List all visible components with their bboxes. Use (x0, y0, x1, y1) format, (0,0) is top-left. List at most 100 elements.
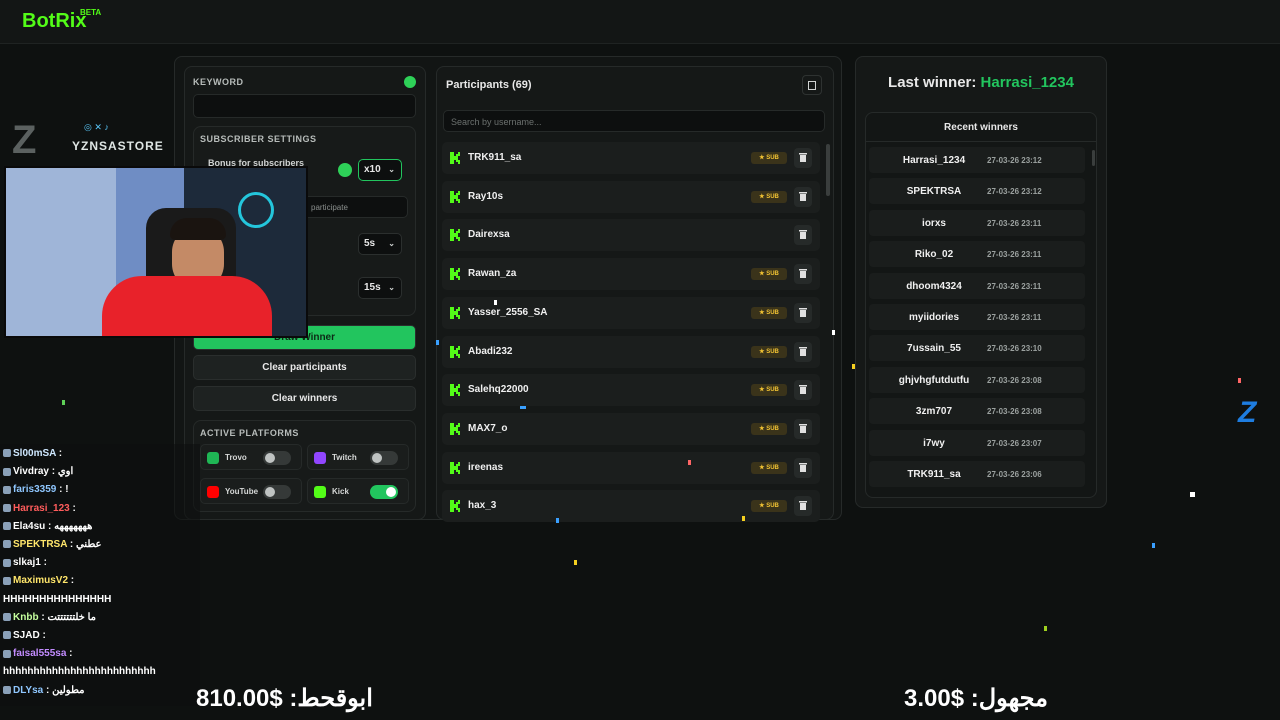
confetti-piece (1238, 378, 1241, 383)
chat-text: ! (65, 484, 69, 496)
chat-badge-icon (3, 649, 11, 658)
winners-scrollbar[interactable] (1092, 150, 1095, 166)
chat-message: SPEKTRSA : عطني (3, 539, 102, 550)
platform-youtube: YouTube (200, 478, 302, 504)
delete-participant-button[interactable] (794, 457, 812, 478)
winner-row: TRK911_sa 27-03-26 23:06 (869, 461, 1085, 487)
confetti-piece (494, 300, 497, 305)
app-logo[interactable]: BotRix (22, 10, 86, 33)
chat-username: Ela4su (13, 520, 46, 532)
trash-icon (799, 269, 807, 279)
confetti-piece (574, 560, 577, 565)
trash-icon (799, 462, 807, 472)
confetti-piece (852, 364, 855, 369)
info-icon[interactable] (338, 163, 352, 177)
chat-badge-icon (3, 558, 11, 567)
winner-name: ghjvhgfutdutfu (898, 374, 970, 386)
timer-select-1[interactable]: 5s ⌄ (358, 233, 402, 255)
chat-message: faisal555sa : (3, 648, 73, 659)
winner-name: 7ussain_55 (907, 343, 961, 355)
youtube-toggle[interactable] (263, 485, 291, 499)
sub-badge: ★ SUB (751, 500, 787, 513)
confetti-piece (832, 330, 835, 335)
kick-icon (450, 384, 460, 397)
neon-ring (238, 192, 274, 228)
kick-toggle[interactable] (370, 485, 398, 499)
kick-icon (450, 190, 460, 203)
chat-text: اوي (57, 466, 74, 478)
info-icon[interactable] (404, 76, 416, 88)
chevron-down-icon: ⌄ (388, 283, 395, 292)
divider (865, 141, 1097, 142)
winner-date: 27-03-26 23:10 (987, 344, 1042, 354)
chat-username: DLYsa (13, 684, 44, 696)
chat-username: Vivdray (13, 466, 49, 478)
trash-icon (799, 501, 807, 511)
participant-row: MAX7_o ★ SUB (442, 412, 820, 445)
chat-username: SPEKTRSA (13, 539, 68, 550)
brand-logo: Z (12, 118, 37, 162)
participate-text: participate (311, 203, 348, 212)
trash-icon (799, 346, 807, 356)
delete-participant-button[interactable] (794, 225, 812, 246)
winner-row: i7wy 27-03-26 23:07 (869, 429, 1085, 456)
winner-date: 27-03-26 23:12 (987, 156, 1042, 165)
sub-badge: ★ SUB (751, 190, 787, 203)
winner-row: 3zm707 27-03-26 23:08 (869, 398, 1085, 425)
participant-name: Dairexsa (468, 229, 510, 241)
sub-badge: ★ SUB (751, 345, 787, 358)
bonus-select[interactable]: x10 ⌄ (358, 159, 402, 181)
participant-row: Salehq22000 ★ SUB (442, 374, 820, 407)
delete-participant-button[interactable] (794, 341, 812, 362)
participant-name: hax_3 (468, 500, 497, 512)
participant-name: Abadi232 (468, 345, 513, 357)
chat-badge-icon (3, 485, 11, 494)
chat-message: Harrasi_123 : (3, 503, 76, 514)
clear-winners-button[interactable]: Clear winners (193, 386, 416, 411)
participant-name: MAX7_o (468, 422, 508, 434)
chat-separator: : (40, 557, 47, 569)
delete-participant-button[interactable] (794, 496, 812, 517)
delete-participant-button[interactable] (794, 264, 812, 285)
chat-username: Knbb (13, 611, 39, 623)
participant-row: Yasser_2556_SA ★ SUB (442, 296, 820, 329)
twitch-toggle[interactable] (370, 451, 398, 465)
chat-message: SJAD : (3, 630, 46, 641)
clear-participants-button[interactable]: Clear participants (193, 355, 416, 380)
delete-participant-button[interactable] (794, 148, 812, 168)
timer-select-2[interactable]: 15s ⌄ (358, 277, 402, 299)
chat-separator: : (45, 520, 55, 532)
youtube-icon (207, 486, 219, 498)
delete-participant-button[interactable] (794, 380, 812, 401)
winner-row: iorxs 27-03-26 23:11 (869, 209, 1085, 236)
participant-name: Rawan_za (468, 268, 517, 280)
confetti-piece (436, 340, 439, 345)
keyword-input[interactable] (193, 94, 416, 118)
chat-message: MaximusV2 : (3, 575, 74, 586)
participate-input[interactable]: participate (300, 196, 408, 218)
participants-scrollbar[interactable] (826, 144, 830, 196)
search-participants-input[interactable]: Search by username... (443, 110, 825, 132)
chat-separator: : (48, 466, 58, 478)
winner-name: myiidories (908, 312, 960, 323)
winner-date: 27-03-26 23:12 (987, 187, 1042, 197)
delete-participant-button[interactable] (794, 186, 812, 207)
kick-icon (314, 486, 326, 498)
delete-participant-button[interactable] (794, 302, 812, 323)
delete-participant-button[interactable] (794, 418, 812, 439)
winner-date: 27-03-26 23:08 (987, 375, 1042, 385)
kick-icon (450, 345, 460, 358)
confetti-piece (556, 518, 559, 523)
platform-label: Kick (332, 487, 349, 496)
trovo-toggle[interactable] (263, 451, 291, 465)
participant-name: Yasser_2556_SA (468, 306, 548, 318)
winner-row: 7ussain_55 27-03-26 23:10 (869, 335, 1085, 362)
sub-badge: ★ SUB (751, 461, 787, 474)
copy-button[interactable] (802, 75, 822, 95)
chat-message: slkaj1 : (3, 557, 47, 568)
chat-badge-icon (3, 503, 11, 512)
chat-username: slkaj1 (13, 557, 41, 569)
winner-row: Riko_02 27-03-26 23:11 (869, 241, 1085, 268)
twitch-icon (314, 452, 326, 464)
winner-row: Harrasi_1234 27-03-26 23:12 (869, 147, 1085, 173)
